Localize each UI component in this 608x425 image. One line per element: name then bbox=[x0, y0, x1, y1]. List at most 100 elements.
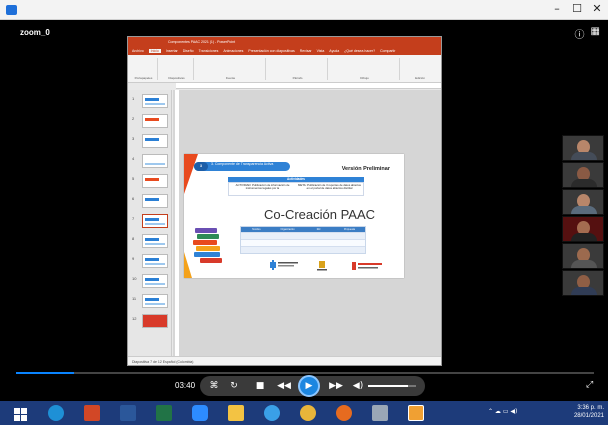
thumb-number: 7 bbox=[132, 216, 135, 221]
slide-thumbnail[interactable] bbox=[142, 174, 168, 188]
zoom-icon[interactable] bbox=[192, 405, 208, 421]
slide-thumbnail[interactable] bbox=[142, 234, 168, 248]
start-icon[interactable] bbox=[12, 405, 28, 421]
thumb-number: 9 bbox=[132, 256, 135, 261]
ribbon-group-slides[interactable]: Diapositivas bbox=[160, 58, 194, 80]
component-title: 3. Componente de Transparencia Activa bbox=[211, 162, 274, 166]
media-player-icon[interactable] bbox=[408, 405, 424, 421]
ribbon-group-drawing[interactable]: Dibujo bbox=[330, 58, 400, 80]
slide-decoration bbox=[184, 154, 198, 194]
cocreation-table-header: Nombre Organización Rol Propuesta bbox=[241, 227, 365, 232]
volume-slider-fill bbox=[368, 385, 408, 387]
slide-thumbnail[interactable] bbox=[142, 314, 168, 328]
activity-cell: ACTIVIDAD: Publicación de información de… bbox=[235, 183, 290, 191]
ppt-menu-vista[interactable]: Vista bbox=[317, 49, 325, 53]
zoom-top-right-icons: ⓘ ▦ bbox=[575, 26, 600, 41]
thumb-number: 5 bbox=[132, 176, 135, 181]
taskbar-clock[interactable]: 3:36 p. m. 28/01/2021 bbox=[562, 404, 604, 420]
playback-time: 03:40 bbox=[175, 381, 196, 390]
thumb-number: 1 bbox=[132, 96, 135, 101]
ppt-menu-insertar[interactable]: Insertar bbox=[166, 49, 178, 53]
version-label: Versión Preliminar bbox=[341, 166, 390, 172]
zoom-meeting-label: zoom_0 bbox=[20, 28, 50, 37]
fullscreen-icon[interactable]: ⤢ bbox=[586, 380, 593, 390]
ppt-menu-ayuda[interactable]: Ayuda bbox=[329, 49, 339, 53]
slide-thumbnail[interactable] bbox=[142, 274, 168, 288]
repeat-icon[interactable]: ↻ bbox=[226, 379, 242, 393]
column-header: Propuesta bbox=[344, 228, 355, 231]
slide-thumbnail[interactable] bbox=[142, 194, 168, 208]
table-row bbox=[241, 232, 365, 239]
minimize-button[interactable]: – bbox=[547, 1, 567, 17]
edge-legacy-icon[interactable] bbox=[264, 405, 280, 421]
play-icon[interactable]: ▶ bbox=[298, 375, 320, 397]
slide-thumbnail-selected[interactable] bbox=[142, 214, 168, 228]
system-tray[interactable]: ⌃ ☁ ▭ ◀) bbox=[488, 408, 517, 415]
excel-icon[interactable] bbox=[156, 405, 172, 421]
participant-video[interactable] bbox=[562, 162, 604, 188]
thumb-number: 3 bbox=[132, 136, 135, 141]
ppt-ribbon: Portapapeles Diapositivas Fuente Párrafo… bbox=[128, 55, 441, 83]
firefox-icon[interactable] bbox=[336, 405, 352, 421]
slide-thumbnail[interactable] bbox=[142, 294, 168, 308]
activities-row: ACTIVIDAD: Publicación de información de… bbox=[228, 182, 364, 196]
thumb-number: 4 bbox=[132, 156, 135, 161]
thumb-number: 2 bbox=[132, 116, 135, 121]
cocreation-table: Nombre Organización Rol Propuesta bbox=[240, 226, 366, 254]
ppt-menu-animaciones[interactable]: Animaciones bbox=[223, 49, 243, 53]
close-button[interactable]: ✕ bbox=[587, 1, 607, 17]
volume-icon[interactable]: ◀) bbox=[350, 379, 366, 393]
slide-thumbnails-pane[interactable]: 1 2 3 4 5 6 7 8 9 10 11 12 bbox=[128, 90, 172, 356]
slide-thumbnail[interactable] bbox=[142, 94, 168, 108]
current-slide[interactable]: 3 3. Componente de Transparencia Activa … bbox=[184, 154, 404, 278]
clock-time: 3:36 p. m. bbox=[577, 405, 604, 411]
bogota-logo bbox=[352, 262, 382, 270]
participant-video[interactable] bbox=[562, 243, 604, 269]
ppt-menu-transiciones[interactable]: Transiciones bbox=[199, 49, 219, 53]
ppt-menu-inicio[interactable]: Inicio bbox=[148, 49, 161, 53]
ppt-menu-tell-me[interactable]: ¿Qué desea hacer? bbox=[344, 49, 375, 53]
info-icon[interactable]: ⓘ bbox=[575, 26, 585, 41]
ppt-menu-diseno[interactable]: Diseño bbox=[183, 49, 194, 53]
slide-thumbnail[interactable] bbox=[142, 134, 168, 148]
clock-date: 28/01/2021 bbox=[573, 413, 604, 419]
ribbon-group-paragraph[interactable]: Párrafo bbox=[268, 58, 328, 80]
grid-view-icon[interactable]: ▦ bbox=[591, 26, 600, 41]
stop-icon[interactable]: ■ bbox=[252, 379, 268, 393]
slide-thumbnail[interactable] bbox=[142, 154, 168, 168]
thumb-number: 10 bbox=[132, 276, 137, 281]
ppt-menu-revisar[interactable]: Revisar bbox=[300, 49, 312, 53]
slide-thumbnail[interactable] bbox=[142, 254, 168, 268]
captions-icon[interactable]: ⌘ bbox=[206, 379, 222, 393]
participant-video[interactable] bbox=[562, 189, 604, 215]
thumb-number: 8 bbox=[132, 236, 135, 241]
word-icon[interactable] bbox=[120, 405, 136, 421]
edge-icon[interactable] bbox=[48, 405, 64, 421]
ribbon-group-font[interactable]: Fuente bbox=[196, 58, 266, 80]
coat-of-arms-logo bbox=[317, 261, 327, 271]
files-icon[interactable] bbox=[228, 405, 244, 421]
health-secretary-logo bbox=[270, 260, 298, 270]
slide-thumbnail[interactable] bbox=[142, 114, 168, 128]
ribbon-group-editing[interactable]: Edición bbox=[402, 58, 438, 80]
participant-video[interactable] bbox=[562, 216, 604, 242]
table-row bbox=[241, 239, 365, 246]
ribbon-group-clipboard[interactable]: Portapapeles bbox=[130, 58, 158, 80]
ppt-menu-compartir[interactable]: Compartir bbox=[380, 49, 395, 53]
ppt-menu-archivo[interactable]: Archivo bbox=[132, 49, 144, 53]
fast-forward-icon[interactable]: ▶▶ bbox=[328, 379, 344, 393]
column-header: Organización bbox=[280, 228, 295, 231]
rewind-icon[interactable]: ◀◀ bbox=[276, 379, 292, 393]
column-header: Nombre bbox=[252, 228, 261, 231]
volume-slider[interactable] bbox=[368, 385, 416, 387]
participant-video[interactable] bbox=[562, 270, 604, 296]
ppt-menu-presentacion[interactable]: Presentación con diapositivas bbox=[248, 49, 294, 53]
seek-bar[interactable] bbox=[16, 372, 594, 374]
media-player-app-icon bbox=[6, 5, 17, 15]
powerpoint-icon[interactable] bbox=[84, 405, 100, 421]
maximize-button[interactable]: ☐ bbox=[567, 1, 587, 17]
windows-taskbar: ⌃ ☁ ▭ ◀) 3:36 p. m. 28/01/2021 bbox=[0, 401, 608, 425]
app-icon[interactable] bbox=[372, 405, 388, 421]
participant-video[interactable] bbox=[562, 135, 604, 161]
chrome-icon[interactable] bbox=[300, 405, 316, 421]
